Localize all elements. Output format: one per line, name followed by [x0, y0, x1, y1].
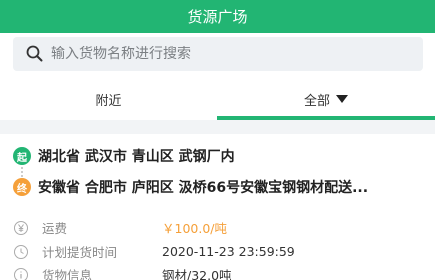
header-bar: 货源广场 [0, 0, 435, 33]
pickup-time-label: 计划提货时间 [42, 245, 118, 260]
start-address: 湖北省 武汉市 青山区 武钢厂内 [38, 149, 235, 165]
end-address: 安徽省 合肥市 庐阳区 汲桥66号安徽宝钢钢材配送... [38, 180, 369, 196]
tab-nearby[interactable]: 附近 [0, 78, 217, 120]
route-end-row: 终 安徽省 合肥市 庐阳区 汲桥66号安徽宝钢钢材配送... [13, 177, 368, 197]
end-badge: 终 [13, 178, 31, 196]
goods-row: 货物信息 钢材/32.0吨 [13, 265, 232, 280]
section-divider [0, 120, 435, 134]
cargo-card[interactable]: 起 湖北省 武汉市 青山区 武钢厂内 终 安徽省 合肥市 庐阳区 汲桥66号安徽… [0, 134, 435, 280]
search-input[interactable] [51, 46, 391, 62]
goods-label: 货物信息 [42, 268, 93, 280]
route-start-row: 起 湖北省 武汉市 青山区 武钢厂内 [13, 146, 235, 166]
pickup-time-value: 2020-11-23 23:59:59 [162, 244, 295, 259]
page-title: 货源广场 [187, 8, 248, 26]
fee-row: 运费 ￥100.0/吨 [13, 218, 227, 237]
tab-bar: 附近 全部 [0, 78, 435, 120]
search-area [0, 33, 435, 78]
tab-all[interactable]: 全部 [217, 78, 435, 120]
fee-label: 运费 [42, 221, 68, 236]
tab-nearby-label: 附近 [95, 93, 122, 109]
route-connector [21, 167, 23, 177]
caret-down-icon [336, 95, 348, 103]
start-badge: 起 [13, 147, 31, 165]
fee-value: ￥100.0/吨 [162, 221, 227, 236]
tab-all-label: 全部 [303, 93, 330, 109]
pickup-time-row: 计划提货时间 2020-11-23 23:59:59 [13, 242, 295, 261]
clock-icon [14, 244, 28, 259]
info-icon [14, 267, 28, 280]
yen-icon [14, 220, 28, 235]
search-icon [25, 44, 45, 64]
goods-value: 钢材/32.0吨 [162, 268, 232, 280]
search-box[interactable] [13, 37, 423, 71]
